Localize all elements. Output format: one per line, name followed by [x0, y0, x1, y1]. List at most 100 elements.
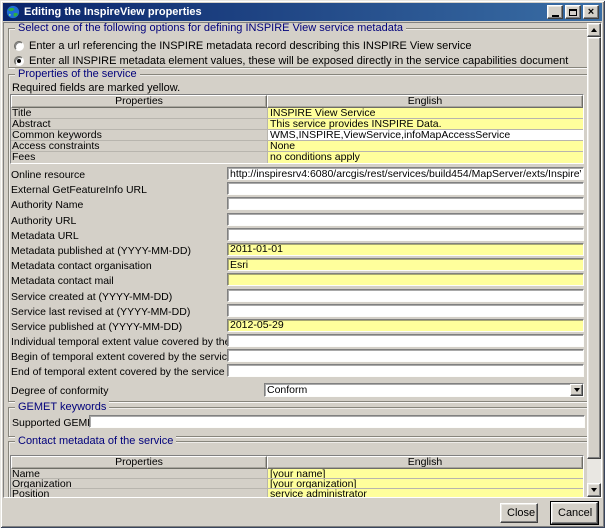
arrow-down-icon	[591, 488, 597, 492]
close-window-button[interactable]: ×	[583, 5, 599, 19]
column-header-english: English	[267, 95, 583, 108]
selected-option: Conform	[265, 385, 570, 396]
field-input[interactable]	[227, 167, 584, 180]
row-label: Organization	[11, 479, 267, 488]
field-row: Begin of temporal extent covered by the …	[10, 349, 584, 364]
row-label: Name	[11, 469, 267, 478]
row-value-cell[interactable]: WMS,INSPIRE,ViewService,infoMapAccessSer…	[267, 130, 583, 140]
row-label: Fees	[11, 152, 267, 163]
maximize-icon	[569, 9, 577, 16]
dialog-content: Select one of the following options for …	[5, 23, 588, 497]
field-input[interactable]	[227, 273, 584, 286]
field-input[interactable]	[227, 182, 584, 195]
radio-button[interactable]	[14, 56, 24, 66]
table-row: Name[your name]	[11, 469, 583, 479]
field-input[interactable]	[227, 243, 584, 256]
table-row: Organization[your organization]	[11, 479, 583, 489]
vertical-scrollbar[interactable]	[587, 23, 601, 497]
field-row: Individual temporal extent value covered…	[10, 334, 584, 349]
field-input[interactable]	[227, 289, 584, 302]
contact-group: Contact metadata of the service Properti…	[8, 441, 588, 497]
field-row: Metadata URL	[10, 228, 584, 243]
gemet-group: GEMET keywords Supported GEMET themes	[8, 407, 588, 437]
field-label: Service published at (YYYY-MM-DD)	[11, 321, 182, 333]
field-input[interactable]	[227, 228, 584, 241]
field-label: External GetFeatureInfo URL	[11, 184, 147, 196]
field-row: Service published at (YYYY-MM-DD)	[10, 319, 584, 334]
dropdown-button[interactable]	[570, 384, 583, 396]
field-label: Metadata contact organisation	[11, 260, 152, 272]
field-row: Metadata contact organisation	[10, 258, 584, 273]
scroll-area: Select one of the following options for …	[3, 22, 602, 498]
minimize-icon	[552, 15, 559, 17]
field-input[interactable]	[227, 213, 584, 226]
field-input[interactable]	[227, 258, 584, 271]
close-button[interactable]: Close	[500, 503, 538, 523]
maximize-button[interactable]	[565, 5, 581, 19]
cancel-button[interactable]: Cancel	[551, 502, 598, 524]
row-value-cell[interactable]: [your name]	[267, 469, 583, 478]
degree-of-conformity-row: Degree of conformity Conform	[10, 383, 584, 397]
table-row: Feesno conditions apply	[11, 152, 583, 163]
chevron-down-icon	[574, 388, 580, 392]
row-label: Abstract	[11, 119, 267, 129]
field-input[interactable]	[227, 319, 584, 332]
properties-table: Properties English TitleINSPIRE View Ser…	[10, 94, 584, 164]
row-label: Position	[11, 489, 267, 497]
contact-table: Properties English Name[your name]Organi…	[10, 455, 584, 497]
field-label: Service created at (YYYY-MM-DD)	[11, 291, 172, 303]
title-bar[interactable]: Editing the InspireView properties ×	[3, 3, 602, 21]
column-header-properties: Properties	[11, 95, 267, 108]
radio-label: Enter a url referencing the INSPIRE meta…	[29, 40, 471, 52]
row-value-cell[interactable]: INSPIRE View Service	[267, 108, 583, 118]
row-value-cell[interactable]: [your organization]	[267, 479, 583, 488]
scroll-up-button[interactable]	[587, 23, 601, 37]
row-label: Title	[11, 108, 267, 118]
field-row: Authority Name	[10, 197, 584, 212]
degree-of-conformity-select[interactable]: Conform	[264, 383, 584, 397]
field-label: Metadata URL	[11, 230, 79, 242]
table-row: TitleINSPIRE View Service	[11, 108, 583, 119]
row-value-cell[interactable]: This service provides INSPIRE Data.	[267, 119, 583, 129]
field-input[interactable]	[227, 334, 584, 347]
properties-fields: Online resource External GetFeatureInfo U…	[10, 167, 584, 380]
scrollbar-thumb[interactable]	[587, 37, 601, 459]
window-title: Editing the InspireView properties	[24, 6, 547, 18]
field-input[interactable]	[227, 197, 584, 210]
gemet-themes-input[interactable]	[89, 415, 585, 428]
field-label: Metadata published at (YYYY-MM-DD)	[11, 245, 191, 257]
scroll-down-button[interactable]	[587, 483, 601, 497]
field-row: Metadata contact mail	[10, 273, 584, 288]
table-row: Access constraintsNone	[11, 141, 583, 152]
radio-label: Enter all INSPIRE metadata element value…	[29, 55, 568, 67]
field-label: Service last revised at (YYYY-MM-DD)	[11, 306, 190, 318]
field-label: Metadata contact mail	[11, 275, 114, 287]
table-row: AbstractThis service provides INSPIRE Da…	[11, 119, 583, 130]
field-label: Authority Name	[11, 199, 83, 211]
row-label: Common keywords	[11, 130, 267, 140]
row-value-cell[interactable]: no conditions apply	[267, 152, 583, 163]
radio-option-row: Enter a url referencing the INSPIRE meta…	[14, 39, 471, 52]
field-input[interactable]	[227, 349, 584, 362]
arrow-up-icon	[591, 28, 597, 32]
close-icon: ×	[588, 7, 594, 17]
column-header-english: English	[267, 456, 583, 469]
radio-button[interactable]	[14, 41, 24, 51]
minimize-button[interactable]	[547, 5, 563, 19]
radio-option-row: Enter all INSPIRE metadata element value…	[14, 54, 568, 67]
field-label: Degree of conformity	[11, 385, 108, 397]
row-value-cell[interactable]: None	[267, 141, 583, 151]
row-label: Access constraints	[11, 141, 267, 151]
options-group: Select one of the following options for …	[8, 28, 588, 68]
globe-icon	[6, 5, 20, 19]
field-input[interactable]	[227, 304, 584, 317]
field-row: Service created at (YYYY-MM-DD)	[10, 289, 584, 304]
field-label: Authority URL	[11, 215, 76, 227]
properties-table-header: Properties English	[11, 95, 583, 108]
contact-group-title: Contact metadata of the service	[15, 435, 176, 447]
field-input[interactable]	[227, 364, 584, 377]
row-value-cell[interactable]: service administrator	[267, 489, 583, 497]
field-row: Metadata published at (YYYY-MM-DD)	[10, 243, 584, 258]
field-row: Online resource	[10, 167, 584, 182]
dialog-window: Editing the InspireView properties × Sel…	[0, 0, 605, 528]
